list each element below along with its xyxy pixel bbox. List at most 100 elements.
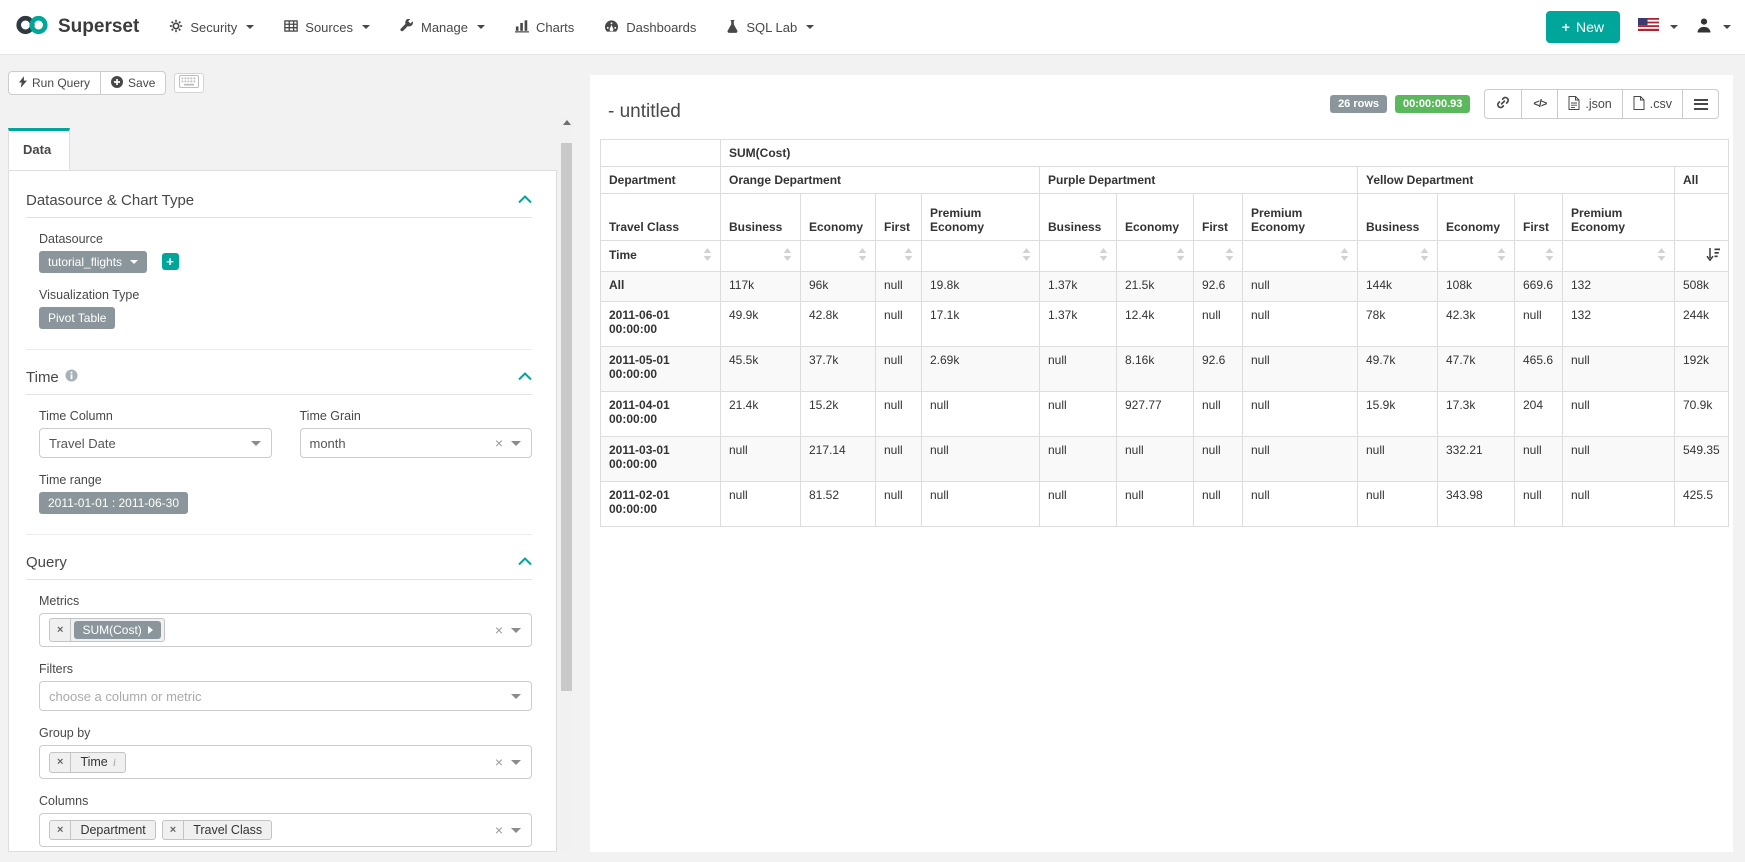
sort-time-header[interactable]: Time [601,241,721,272]
pivot-cell: 204 [1515,392,1563,437]
code-icon: </> [1533,98,1546,110]
clear-icon[interactable]: × [495,821,503,839]
share-link-button[interactable] [1484,89,1522,119]
nav-item-dashboards[interactable]: Dashboards [604,19,696,36]
new-button[interactable]: + New [1546,11,1620,43]
remove-icon[interactable]: × [50,753,71,772]
rows-count-badge: 26 rows [1330,95,1387,113]
pivot-cell: null [1358,437,1438,482]
metric-token[interactable]: × SUM(Cost) [49,618,165,642]
superset-explore-page: Superset Security Sources [0,0,1745,862]
viz-type-pill[interactable]: Pivot Table [39,307,115,329]
chevron-down-icon [130,260,138,264]
time-grain-select[interactable]: month × [300,428,533,458]
chevron-down-icon [511,828,521,833]
pivot-cell: null [1040,437,1117,482]
scrollbar-thumb[interactable] [561,143,572,691]
sort-column[interactable] [801,241,876,272]
groupby-select[interactable]: × Time i × [39,745,532,779]
sort-column[interactable] [1194,241,1243,272]
nav-item-sql-lab[interactable]: SQL Lab [726,19,814,36]
sort-column[interactable] [1243,241,1358,272]
pivot-cell: 332.21 [1438,437,1515,482]
export-csv-button[interactable]: .csv [1623,89,1683,119]
tab-data[interactable]: Data [8,128,70,170]
filters-select[interactable]: choose a column or metric [39,681,532,711]
nav-item-charts[interactable]: Charts [515,19,574,36]
sort-icon [1176,250,1185,264]
pivot-cell: null [1563,347,1675,392]
sort-icon [1545,250,1554,264]
sort-column[interactable] [1563,241,1675,272]
datasource-pill[interactable]: tutorial_flights [39,251,147,273]
nav-item-manage[interactable]: Manage [400,19,485,36]
chevron-down-icon [511,441,521,446]
time-column-value: Travel Date [49,436,116,451]
pivot-cell: 1.37k [1040,302,1117,347]
chevron-down-icon [806,25,814,29]
run-query-button[interactable]: Run Query [8,71,101,95]
nav-item-sources[interactable]: Sources [284,19,370,36]
gauge-icon [604,19,619,36]
chevron-up-icon[interactable] [518,553,532,571]
chevron-up-icon[interactable] [518,368,532,386]
more-options-button[interactable] [1683,89,1719,119]
sort-column[interactable] [1117,241,1194,272]
sort-column[interactable] [1040,241,1117,272]
pivot-table-wrap: SUM(Cost) DepartmentOrange DepartmentPur… [600,139,1733,527]
sort-column[interactable] [1358,241,1438,272]
pivot-cell: null [1515,437,1563,482]
groupby-label: Group by [39,726,532,740]
metrics-label: Metrics [39,594,532,608]
sort-icon [858,250,867,264]
pivot-cell: 144k [1358,272,1438,302]
groupby-token[interactable]: × Time i [49,752,126,773]
scrollbar-up-arrow[interactable] [560,115,573,129]
groupby-token-label: Time [80,755,107,769]
chart-title[interactable]: - untitled [608,101,681,123]
columns-token[interactable]: × Department [49,820,156,840]
superset-logo[interactable]: Superset [14,14,139,41]
remove-icon[interactable]: × [50,619,71,641]
pivot-cell: 81.52 [801,482,876,527]
keyboard-shortcuts-button[interactable] [174,73,204,93]
clear-icon[interactable]: × [495,434,503,452]
export-json-button[interactable]: .json [1558,89,1622,119]
embed-code-button[interactable]: </> [1522,89,1558,119]
file-icon [1568,96,1580,113]
nav-item-security[interactable]: Security [169,19,254,36]
control-tabs: Data [8,128,557,170]
save-button[interactable]: Save [101,71,166,95]
metric-pill[interactable]: SUM(Cost) [74,621,160,639]
sort-column[interactable] [922,241,1040,272]
sort-column[interactable] [721,241,801,272]
clear-icon[interactable]: × [495,753,503,771]
keyboard-icon [179,75,199,91]
sort-column[interactable] [876,241,922,272]
pivot-cell: null [1515,302,1563,347]
panel-scrollbar[interactable] [560,115,573,852]
time-column-select[interactable]: Travel Date [39,428,272,458]
section-time-header[interactable]: Time [26,368,532,395]
time-range-pill[interactable]: 2011-01-01 : 2011-06-30 [39,492,188,514]
remove-icon[interactable]: × [163,821,184,839]
sort-all-column[interactable] [1675,241,1729,272]
metrics-select[interactable]: × SUM(Cost) × [39,613,532,647]
section-query-header[interactable]: Query [26,553,532,580]
pivot-cell: 217.14 [801,437,876,482]
chevron-up-icon[interactable] [518,191,532,209]
columns-select[interactable]: × Department × Travel Class × [39,813,532,847]
language-selector[interactable] [1638,18,1678,36]
sort-column[interactable] [1438,241,1515,272]
clear-icon[interactable]: × [495,621,503,639]
columns-token[interactable]: × Travel Class [162,820,272,840]
sort-column[interactable] [1515,241,1563,272]
section-datasource-header[interactable]: Datasource & Chart Type [26,191,532,218]
remove-icon[interactable]: × [50,821,71,839]
user-menu[interactable] [1696,17,1731,38]
pivot-cell: 2.69k [922,347,1040,392]
add-datasource-button[interactable]: + [162,253,179,270]
pivot-cell: 132 [1563,302,1675,347]
pivot-row-label: 2011-03-0100:00:00 [601,437,721,482]
pivot-cell: null [922,437,1040,482]
